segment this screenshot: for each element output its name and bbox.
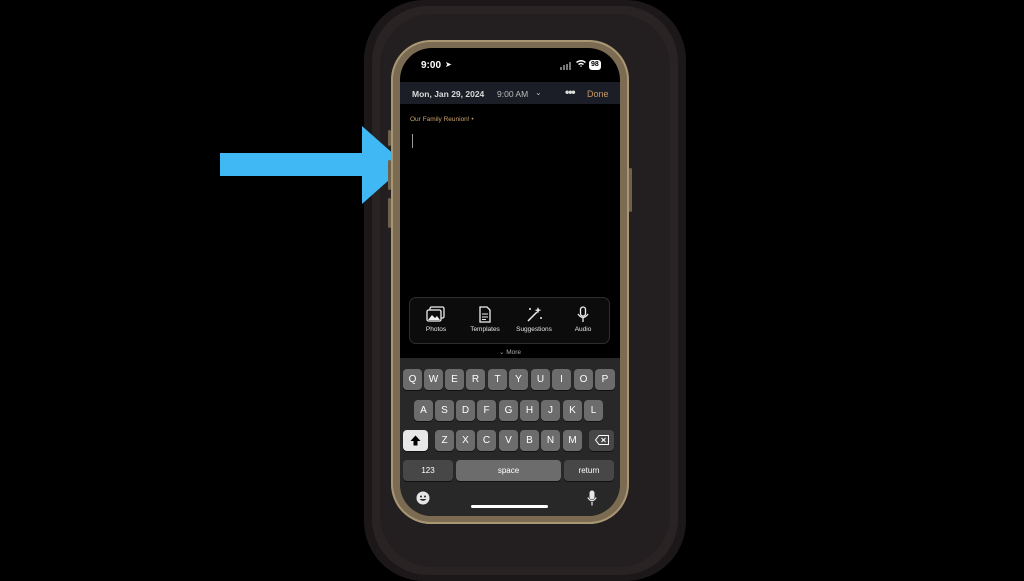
done-button[interactable]: Done [587,89,609,99]
shift-key[interactable] [403,430,428,451]
chevron-down-icon[interactable]: ⌄ [535,88,542,97]
key-j[interactable]: J [541,400,560,421]
key-b[interactable]: B [520,430,539,451]
delete-icon [594,435,609,446]
key-z[interactable]: Z [435,430,454,451]
suggestions-button[interactable]: Suggestions [510,306,558,333]
key-h[interactable]: H [520,400,539,421]
key-t[interactable]: T [488,369,507,390]
phone-frame: 9:00 ➤ 98 Mon, Jan 29, 2024 9:00 AM ⌄ ••… [388,40,632,524]
phone-screen: 9:00 ➤ 98 Mon, Jan 29, 2024 9:00 AM ⌄ ••… [400,48,620,516]
shift-icon [410,435,421,446]
journal-name[interactable]: Our Family Reunion! • [410,116,474,123]
wifi-icon [576,59,586,69]
key-l[interactable]: L [584,400,603,421]
key-n[interactable]: N [541,430,560,451]
entry-toolbar: Photos Templates Suggestions Audio [409,297,610,344]
action-button [388,130,391,146]
arrow-shaft [220,153,368,176]
location-arrow-icon: ➤ [445,60,452,69]
more-label: More [506,349,522,356]
power-button [629,168,632,212]
volume-down-button [388,198,391,228]
key-c[interactable]: C [477,430,496,451]
dynamic-island [473,56,547,76]
key-e[interactable]: E [445,369,464,390]
key-v[interactable]: V [499,430,518,451]
text-cursor[interactable] [412,134,413,148]
photos-label: Photos [425,326,447,333]
keyboard: Q W E R T Y U I O P A S D F G H J K L Z [400,358,620,516]
templates-button[interactable]: Templates [461,306,509,333]
key-o[interactable]: O [574,369,593,390]
return-key[interactable]: return [564,460,614,481]
entry-nav-bar: Mon, Jan 29, 2024 9:00 AM ⌄ ••• Done [400,82,620,104]
home-indicator[interactable] [471,505,548,508]
key-f[interactable]: F [477,400,496,421]
key-w[interactable]: W [424,369,443,390]
volume-up-button [388,160,391,190]
microphone-icon [559,306,607,323]
templates-label: Templates [470,326,500,333]
status-time: 9:00 [421,60,442,71]
key-q[interactable]: Q [403,369,422,390]
key-d[interactable]: D [456,400,475,421]
battery-indicator: 98 [589,60,601,70]
photos-button[interactable]: Photos [412,306,460,333]
emoji-icon[interactable] [416,491,430,510]
entry-time[interactable]: 9:00 AM [497,89,528,99]
audio-label: Audio [574,326,592,333]
key-a[interactable]: A [414,400,433,421]
space-key[interactable]: space [456,460,561,481]
key-x[interactable]: X [456,430,475,451]
key-g[interactable]: G [499,400,518,421]
key-m[interactable]: M [563,430,582,451]
suggestions-label: Suggestions [516,326,552,333]
status-bar: 9:00 ➤ 98 [400,48,620,84]
key-i[interactable]: I [552,369,571,390]
entry-date[interactable]: Mon, Jan 29, 2024 [412,89,484,99]
audio-button[interactable]: Audio [559,306,607,333]
more-toggle[interactable]: ⌄ More [400,348,620,356]
chevron-down-icon: ⌄ [498,349,505,356]
templates-icon [461,306,509,323]
key-p[interactable]: P [595,369,615,390]
key-k[interactable]: K [563,400,582,421]
key-r[interactable]: R [466,369,485,390]
photos-icon [412,306,460,323]
ellipsis-icon[interactable]: ••• [565,85,576,99]
delete-key[interactable] [589,430,614,451]
suggestions-icon [510,306,558,323]
key-s[interactable]: S [435,400,454,421]
numbers-key[interactable]: 123 [403,460,453,481]
dictation-microphone-icon[interactable] [587,490,597,511]
key-y[interactable]: Y [509,369,528,390]
key-u[interactable]: U [531,369,550,390]
signal-icon [560,62,572,70]
